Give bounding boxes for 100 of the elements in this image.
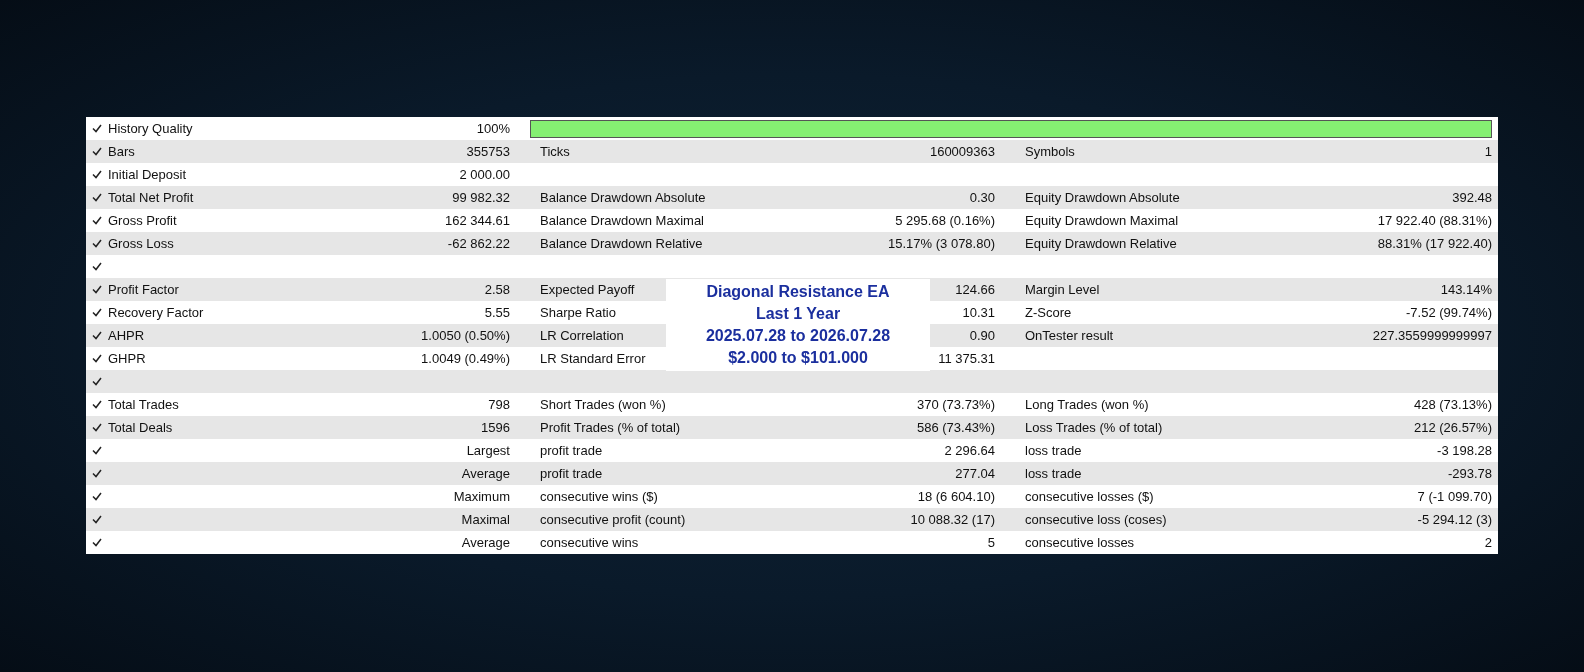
metric-label: Ticks [540, 144, 570, 159]
metric-value: 5.55 [484, 305, 510, 320]
metric-value: 0.90 [969, 328, 995, 343]
metric-value: Average [461, 466, 510, 481]
metric-value: Average [461, 535, 510, 550]
checkmark-icon[interactable] [92, 124, 102, 133]
metric-value: 18 (6 604.10) [917, 489, 995, 504]
metric-value: -3 198.28 [1437, 443, 1492, 458]
metric-label: History Quality [108, 121, 193, 136]
metric-label: Short Trades (won %) [540, 397, 666, 412]
metric-label: Sharpe Ratio [540, 305, 616, 320]
metric-label: profit trade [540, 466, 603, 481]
metric-value: 162 344.61 [444, 213, 510, 228]
metric-value: 10.31 [962, 305, 995, 320]
metric-value: Maximal [461, 512, 510, 527]
checkmark-icon[interactable] [92, 538, 102, 547]
metric-label: Initial Deposit [108, 167, 187, 182]
metric-value: 2 [1484, 535, 1492, 550]
checkmark-icon[interactable] [92, 170, 102, 179]
metric-label: Profit Factor [108, 282, 179, 297]
metric-value: 212 (26.57%) [1413, 420, 1492, 435]
metric-value: 355753 [466, 144, 510, 159]
metric-label: Gross Loss [108, 236, 174, 251]
metric-label: Balance Drawdown Relative [540, 236, 703, 251]
checkmark-icon[interactable] [92, 331, 102, 340]
metric-value: Largest [466, 443, 510, 458]
metric-label: consecutive losses [1025, 535, 1135, 550]
metric-label: AHPR [108, 328, 145, 343]
metric-value: 124.66 [955, 282, 995, 297]
metric-value: 277.04 [955, 466, 995, 481]
metric-value: 0.30 [969, 190, 995, 205]
metric-label: Balance Drawdown Maximal [540, 213, 704, 228]
metric-value: 227.3559999999997 [1372, 328, 1492, 343]
metric-label: Balance Drawdown Absolute [540, 190, 706, 205]
caption-text: Diagonal Resistance EA [706, 282, 890, 302]
checkmark-icon[interactable] [92, 492, 102, 501]
metric-value: 1596 [481, 420, 510, 435]
checkmark-icon[interactable] [92, 262, 102, 271]
metric-value: -62 862.22 [447, 236, 510, 251]
checkmark-icon[interactable] [92, 239, 102, 248]
metric-value: 392.48 [1452, 190, 1492, 205]
metric-value: 11 375.31 [938, 351, 995, 366]
checkmark-icon[interactable] [92, 147, 102, 156]
metric-value: 1.0049 (0.49%) [421, 351, 510, 366]
metric-label: profit trade [540, 443, 603, 458]
metric-value: 143.14% [1440, 282, 1492, 297]
metric-label: LR Correlation [540, 328, 624, 343]
metric-value: 2.58 [484, 282, 510, 297]
metric-label: Equity Drawdown Maximal [1025, 213, 1179, 228]
metric-label: consecutive profit (count) [540, 512, 686, 527]
checkmark-icon[interactable] [92, 285, 102, 294]
metric-label: Bars [108, 144, 135, 159]
metric-label: GHPR [108, 351, 146, 366]
metric-value: Maximum [453, 489, 510, 504]
metric-label: Equity Drawdown Relative [1025, 236, 1177, 251]
metric-value: 1 [1484, 144, 1492, 159]
caption-text: Last 1 Year [755, 304, 841, 324]
metric-value: 17 922.40 (88.31%) [1377, 213, 1492, 228]
metric-label: Margin Level [1025, 282, 1100, 297]
checkmark-icon[interactable] [92, 193, 102, 202]
metric-label: Expected Payoff [540, 282, 635, 297]
metric-label: OnTester result [1025, 328, 1114, 343]
checkmark-icon[interactable] [92, 469, 102, 478]
checkmark-icon[interactable] [92, 377, 102, 386]
caption-text: 2025.07.28 to 2026.07.28 [705, 326, 891, 346]
metric-value: 99 982.32 [452, 190, 510, 205]
checkmark-icon[interactable] [92, 423, 102, 432]
metric-label: consecutive loss (coses) [1025, 512, 1167, 527]
caption-text: $2.000 to $101.000 [728, 348, 868, 368]
checkmark-icon[interactable] [92, 446, 102, 455]
metric-value: 370 (73.73%) [916, 397, 995, 412]
metric-value: 798 [488, 397, 510, 412]
checkmark-icon[interactable] [92, 354, 102, 363]
checkmark-icon[interactable] [92, 515, 102, 524]
metric-label: loss trade [1025, 443, 1082, 458]
metric-value: 2 296.64 [944, 443, 995, 458]
metric-value: 5 295.68 (0.16%) [895, 213, 995, 228]
checkmark-icon[interactable] [92, 308, 102, 317]
metric-label: Symbols [1025, 144, 1075, 159]
metric-label: Z-Score [1025, 305, 1072, 320]
metric-value: 160009363 [929, 144, 995, 159]
checkmark-icon[interactable] [92, 216, 102, 225]
metric-label: Gross Profit [108, 213, 177, 228]
metric-label: Loss Trades (% of total) [1025, 420, 1163, 435]
metric-value: -7.52 (99.74%) [1406, 305, 1492, 320]
metric-value: -5 294.12 (3) [1417, 512, 1492, 527]
checkmark-icon[interactable] [92, 400, 102, 409]
metric-label: consecutive losses ($) [1025, 489, 1154, 504]
metric-value: 586 (73.43%) [916, 420, 995, 435]
metric-value: 10 088.32 (17) [910, 512, 995, 527]
metric-label: consecutive wins ($) [540, 489, 658, 504]
metric-label: Long Trades (won %) [1025, 397, 1149, 412]
metric-label: LR Standard Error [540, 351, 646, 366]
metric-label: Profit Trades (% of total) [540, 420, 681, 435]
metric-value: 5 [987, 535, 995, 550]
metric-value: 2 000.00 [459, 167, 510, 182]
metric-label: Equity Drawdown Absolute [1025, 190, 1180, 205]
metric-value: 15.17% (3 078.80) [888, 236, 995, 251]
metric-value: 88.31% (17 922.40) [1377, 236, 1492, 251]
metric-value: 1.0050 (0.50%) [421, 328, 510, 343]
